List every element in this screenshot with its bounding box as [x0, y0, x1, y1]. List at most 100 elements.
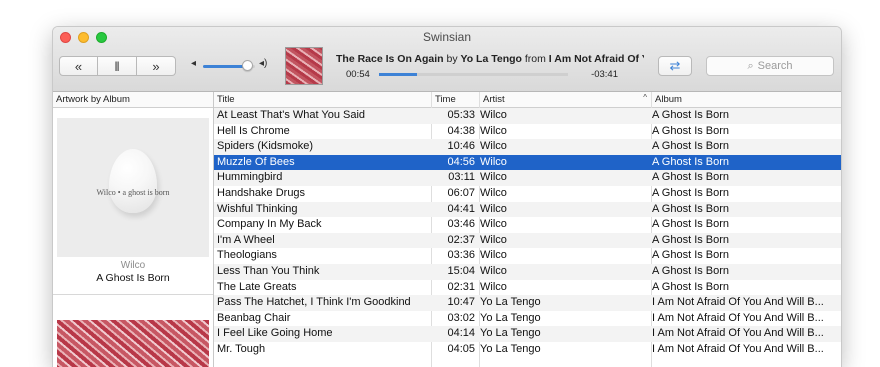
- track-time: 04:41: [447, 202, 475, 215]
- table-row[interactable]: I Feel Like Going Home 04:14 Yo La Tengo I …: [214, 326, 841, 342]
- track-artist: Wilco: [480, 280, 507, 293]
- table-row[interactable]: Pass The Hatchet, I Think I'm Goodkind 10…: [214, 295, 841, 311]
- track-title: Handshake Drugs: [217, 186, 306, 199]
- track-time: 03:46: [447, 218, 475, 231]
- table-row[interactable]: Less Than You Think 15:04 Wilco A Ghost Is …: [214, 263, 841, 280]
- track-title: Hummingbird: [217, 171, 283, 184]
- search-icon: ⌕: [747, 59, 754, 72]
- artwork-sidebar: Artwork by Album Wilco • a ghost is born…: [53, 92, 214, 367]
- track-time: 04:56: [447, 155, 475, 168]
- volume-low-icon: ◂: [191, 58, 197, 69]
- previous-button[interactable]: «: [59, 56, 98, 76]
- track-title: Hell Is Chrome: [217, 124, 290, 137]
- track-artist: Yo La Tengo: [480, 327, 541, 340]
- egg-artwork: [109, 149, 157, 213]
- track-album: A Ghost Is Born: [652, 124, 730, 137]
- track-artist: Wilco: [480, 186, 507, 199]
- sidebar-album-artist: Wilco: [120, 260, 146, 271]
- track-artist: Wilco: [480, 155, 507, 168]
- track-artist: Yo La Tengo: [480, 311, 541, 324]
- track-album: A Ghost Is Born: [652, 233, 730, 246]
- album-artwork-yo-la-tengo[interactable]: [57, 320, 209, 367]
- table-row[interactable]: Theologians 03:36 Wilco A Ghost Is Born: [214, 248, 841, 264]
- track-time: 15:04: [447, 264, 475, 277]
- volume-high-icon: ◂): [259, 58, 268, 69]
- track-artist: Wilco: [480, 249, 507, 262]
- track-title: Pass The Hatchet, I Think I'm Goodkind: [217, 296, 411, 309]
- track-time: 02:37: [447, 233, 475, 246]
- table-row[interactable]: Spiders (Kidsmoke) 10:46 Wilco A Ghost Is B…: [214, 139, 841, 155]
- track-time: 04:05: [447, 342, 475, 355]
- track-time: 05:33: [447, 109, 475, 121]
- playback-progress-fill: [379, 73, 417, 76]
- track-album: A Ghost Is Born: [652, 202, 730, 215]
- column-header-album[interactable]: Album: [651, 92, 841, 108]
- track-artist: Wilco: [480, 202, 507, 215]
- now-playing-artwork: [285, 47, 323, 85]
- shuffle-button[interactable]: ⇄: [658, 56, 692, 76]
- now-playing-line: The Race Is On Again by Yo La Tengo from…: [336, 53, 644, 65]
- track-title: I'm A Wheel: [217, 233, 275, 246]
- track-artist: Wilco: [480, 109, 507, 121]
- track-title: Spiders (Kidsmoke): [217, 140, 313, 153]
- table-row[interactable]: At Least That's What You Said 05:33 Wilco A…: [214, 108, 841, 124]
- main-window: Swinsian « ‖ » ◂ ◂) The Race Is On Again…: [53, 27, 841, 367]
- column-header-time[interactable]: Time: [431, 92, 479, 108]
- sidebar-divider: [53, 294, 213, 295]
- track-time: 03:02: [447, 311, 475, 324]
- shuffle-icon: ⇄: [669, 58, 681, 73]
- window-title: Swinsian: [422, 30, 472, 44]
- column-header-artist[interactable]: Artist ^: [479, 92, 651, 108]
- track-time: 03:36: [447, 249, 475, 262]
- track-title: The Late Greats: [217, 280, 297, 293]
- transport-controls: « ‖ »: [59, 56, 176, 76]
- search-field[interactable]: ⌕ Search: [706, 56, 834, 76]
- track-rows: At Least That's What You Said 05:33 Wilco A…: [214, 108, 841, 358]
- track-album: A Ghost Is Born: [652, 155, 730, 168]
- track-title: Mr. Tough: [217, 342, 266, 355]
- volume-knob[interactable]: [242, 60, 254, 71]
- now-playing-from: from: [524, 53, 546, 65]
- track-title: At Least That's What You Said: [217, 109, 366, 121]
- track-title: Company In My Back: [217, 218, 322, 231]
- search-placeholder: Search: [757, 60, 793, 72]
- track-album: A Ghost Is Born: [652, 218, 730, 231]
- column-header-title[interactable]: Title: [214, 92, 431, 108]
- remaining-time: -03:41: [591, 69, 618, 80]
- now-playing-info: The Race Is On Again by Yo La Tengo from…: [326, 47, 644, 85]
- track-title: Less Than You Think: [217, 264, 320, 277]
- table-row[interactable]: Mr. Tough 04:05 Yo La Tengo I Am Not Afraid…: [214, 342, 841, 358]
- table-row[interactable]: Beanbag Chair 03:02 Yo La Tengo I Am Not Af…: [214, 311, 841, 327]
- now-playing-album: I Am Not Afraid Of You And Will Beat You…: [548, 53, 644, 65]
- next-button[interactable]: »: [137, 56, 176, 76]
- album-artwork-a-ghost-is-born[interactable]: Wilco • a ghost is born: [57, 118, 209, 257]
- table-row[interactable]: Hummingbird 03:11 Wilco A Ghost Is Born: [214, 170, 841, 186]
- track-album: A Ghost Is Born: [652, 140, 730, 153]
- previous-icon: «: [74, 58, 83, 74]
- sidebar-album-title: A Ghost Is Born: [96, 272, 170, 284]
- track-album: A Ghost Is Born: [652, 109, 730, 121]
- track-album: I Am Not Afraid Of You And Will B...: [652, 342, 824, 355]
- track-time: 03:11: [448, 171, 475, 184]
- playback-progress[interactable]: [379, 73, 568, 76]
- table-row[interactable]: Hell Is Chrome 04:38 Wilco A Ghost Is Born: [214, 124, 841, 140]
- sort-ascending-icon: ^: [643, 93, 647, 102]
- track-title: Beanbag Chair: [217, 311, 291, 324]
- track-time: 04:38: [447, 124, 475, 137]
- track-album: I Am Not Afraid Of You And Will B...: [652, 296, 824, 309]
- table-row[interactable]: Muzzle Of Bees 04:56 Wilco A Ghost Is Born: [214, 154, 841, 171]
- elapsed-time: 00:54: [346, 69, 370, 80]
- track-title: Theologians: [217, 249, 277, 262]
- table-row[interactable]: Handshake Drugs 06:07 Wilco A Ghost Is Born: [214, 186, 841, 202]
- sidebar-header[interactable]: Artwork by Album: [53, 92, 213, 108]
- table-row[interactable]: Wishful Thinking 04:41 Wilco A Ghost Is Bor…: [214, 201, 841, 218]
- track-time: 06:07: [447, 186, 475, 199]
- track-album: I Am Not Afraid Of You And Will B...: [652, 311, 824, 324]
- track-album: A Ghost Is Born: [652, 171, 730, 184]
- table-row[interactable]: The Late Greats 02:31 Wilco A Ghost Is Born: [214, 280, 841, 296]
- now-playing-by: by: [446, 53, 458, 65]
- track-artist: Wilco: [480, 264, 507, 277]
- table-row[interactable]: Company In My Back 03:46 Wilco A Ghost Is B…: [214, 217, 841, 233]
- table-row[interactable]: I'm A Wheel 02:37 Wilco A Ghost Is Born: [214, 232, 841, 249]
- pause-button[interactable]: ‖: [98, 56, 137, 76]
